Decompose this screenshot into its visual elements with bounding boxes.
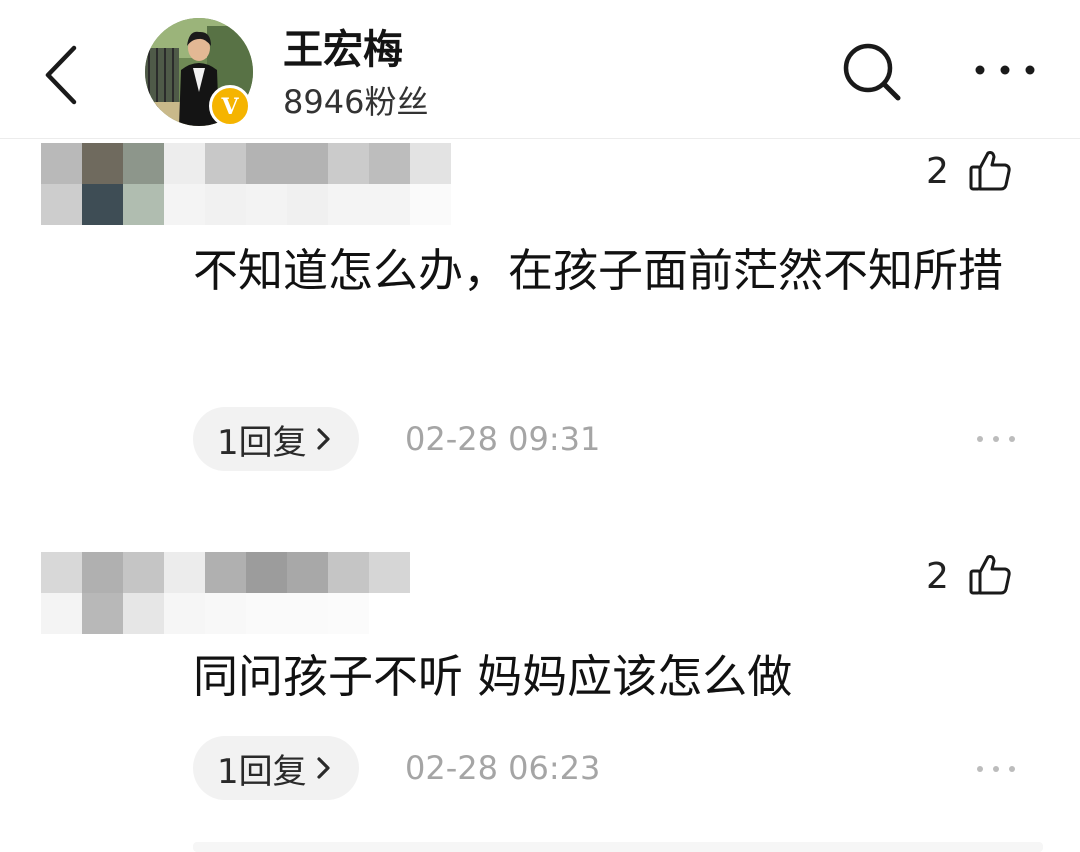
more-horizontal-icon <box>975 65 1035 75</box>
more-horizontal-icon <box>977 436 1015 442</box>
comment-item: 2 同问孩子不听 妈妈应该怎么做 1回复 02-28 06:23 <box>0 500 1080 852</box>
svg-text:V: V <box>220 94 239 120</box>
comment-time: 02-28 06:23 <box>405 749 601 787</box>
profile-header: V 王宏梅 8946粉丝 <box>0 0 1080 139</box>
chevron-right-icon <box>315 426 333 452</box>
blurred-username <box>41 143 451 225</box>
comment-item: 2 不知道怎么办，在孩子面前茫然不知所措 1回复 02-28 09:31 <box>0 139 1080 499</box>
like-button[interactable] <box>966 147 1014 195</box>
thumbs-up-icon <box>969 151 1011 191</box>
blurred-username <box>41 552 451 634</box>
reply-count-label: 1回复 <box>217 422 307 463</box>
reply-count-label: 1回复 <box>217 751 307 792</box>
comment-more-button[interactable] <box>972 429 1020 449</box>
comment-text: 不知道怎么办，在孩子面前茫然不知所措 <box>193 244 1004 297</box>
more-options-button[interactable] <box>970 50 1040 90</box>
fans-count: 8946粉丝 <box>283 83 429 121</box>
like-button[interactable] <box>966 551 1014 599</box>
thumbs-up-icon <box>969 555 1011 595</box>
chevron-left-icon <box>45 45 77 105</box>
search-icon <box>843 43 901 101</box>
comment-more-button[interactable] <box>972 759 1020 779</box>
like-count: 2 <box>926 556 949 597</box>
next-item-edge <box>193 842 1043 852</box>
chevron-right-icon <box>315 755 333 781</box>
more-horizontal-icon <box>977 766 1015 772</box>
comment-text: 同问孩子不听 妈妈应该怎么做 <box>193 650 793 703</box>
reply-button[interactable]: 1回复 <box>193 736 359 800</box>
like-count: 2 <box>926 151 949 192</box>
back-button[interactable] <box>34 40 94 110</box>
verified-v-icon: V <box>220 94 239 120</box>
verified-badge: V <box>209 85 251 127</box>
profile-name[interactable]: 王宏梅 <box>283 24 403 76</box>
search-button[interactable] <box>838 38 906 106</box>
reply-button[interactable]: 1回复 <box>193 407 359 471</box>
comment-time: 02-28 09:31 <box>405 420 601 458</box>
